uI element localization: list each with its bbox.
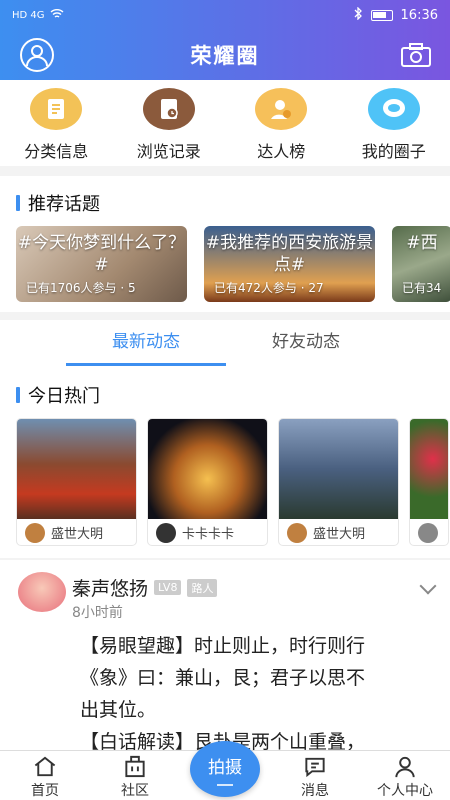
topic-card[interactable]: #西 已有34: [392, 226, 450, 302]
status-bar: HD 4G 16:36: [0, 0, 450, 30]
message-icon: [305, 757, 325, 778]
level-badge: LV8: [154, 580, 182, 595]
tab-latest[interactable]: 最新动态: [66, 320, 226, 366]
role-badge: 路人: [187, 578, 218, 597]
hot-user: 卡卡卡卡: [182, 527, 235, 542]
quick-history[interactable]: 浏览记录: [113, 80, 226, 166]
hot-user: 盛世大明: [51, 527, 104, 542]
hot-user: 盛世大明: [313, 527, 366, 542]
hot-image: [279, 419, 398, 519]
nav-label: 首页: [31, 783, 59, 799]
chat-bubble-icon: [367, 88, 420, 130]
camera-icon: [401, 43, 431, 67]
today-hot: 今日热门 盛世大明 卡卡卡卡 盛世大明: [0, 366, 450, 558]
star-person-icon: [255, 88, 308, 130]
post-line: 出其位。: [80, 699, 157, 721]
feed-tabs: 最新动态 好友动态: [0, 320, 450, 366]
quick-category-info[interactable]: 分类信息: [0, 80, 113, 166]
nav-messages[interactable]: 消息: [270, 751, 360, 800]
avatar: [287, 522, 307, 543]
avatar: [418, 522, 438, 543]
user-avatar-button[interactable]: [20, 38, 54, 72]
quick-actions: 分类信息 浏览记录 达人榜 我的圈子: [0, 80, 450, 166]
quick-label: 分类信息: [24, 142, 89, 161]
history-icon: [142, 88, 195, 130]
tab-friends[interactable]: 好友动态: [226, 320, 386, 366]
hot-image: [410, 419, 448, 519]
shoot-label: 拍摄: [208, 757, 242, 778]
topic-title: #今天你梦到什么了？#: [17, 233, 186, 275]
bluetooth-icon: [354, 5, 363, 24]
post-line: 《象》曰：兼山，艮；君子以思不: [80, 667, 366, 689]
hot-card[interactable]: [409, 418, 449, 546]
document-icon: [30, 88, 83, 130]
chevron-down-icon[interactable]: [419, 577, 437, 595]
nav-community[interactable]: 社区: [90, 751, 180, 800]
nav-label: 个人中心: [377, 783, 433, 799]
building-icon: [125, 755, 145, 778]
section-title: 今日热门: [16, 382, 450, 408]
avatar: [25, 522, 45, 543]
app-title: 荣耀圈: [190, 44, 260, 68]
post-line: 【易眼望趣】时止则止，时行则行: [80, 635, 366, 657]
section-title: 推荐话题: [16, 190, 450, 216]
nav-home[interactable]: 首页: [0, 751, 90, 800]
shoot-button[interactable]: 拍摄: [190, 741, 260, 797]
person-icon: [395, 756, 415, 778]
nav-profile[interactable]: 个人中心: [360, 751, 450, 800]
post-body: 【易眼望趣】时止则止，时行则行 《象》曰：兼山，艮；君子以思不 出其位。 【白话…: [80, 630, 425, 758]
topic-meta: 已有1706人参与 · 5: [26, 281, 136, 295]
shoot-underline: [217, 783, 233, 786]
battery-icon: [370, 9, 393, 21]
nav-label: 消息: [301, 783, 329, 799]
avatar[interactable]: [18, 572, 66, 612]
section-accent: [16, 387, 20, 403]
hot-image: [148, 419, 267, 519]
post-time: 8小时前: [72, 605, 123, 621]
network-label: HD 4G: [12, 9, 45, 21]
home-icon: [34, 756, 56, 777]
nav-label: 社区: [121, 783, 149, 799]
user-icon: [26, 45, 48, 67]
section-accent: [16, 195, 20, 211]
topic-title: #我推荐的西安旅游景点#: [205, 233, 374, 275]
signal-indicators: HD 4G: [12, 8, 64, 22]
quick-label: 达人榜: [257, 142, 306, 161]
quick-my-circle[interactable]: 我的圈子: [338, 80, 450, 166]
hot-image: [17, 419, 136, 519]
post-author[interactable]: 秦声悠扬: [72, 574, 148, 601]
quick-ranking[interactable]: 达人榜: [225, 80, 338, 166]
camera-button[interactable]: [400, 42, 432, 68]
avatar: [156, 522, 176, 543]
recommended-topics: 推荐话题 #今天你梦到什么了？# 已有1706人参与 · 5 #我推荐的西安旅游…: [0, 176, 450, 312]
hot-card[interactable]: 卡卡卡卡: [147, 418, 268, 546]
quick-label: 我的圈子: [361, 142, 426, 161]
topic-card[interactable]: #今天你梦到什么了？# 已有1706人参与 · 5: [16, 226, 187, 302]
topic-meta: 已有472人参与 · 27: [214, 281, 324, 295]
section-title-text: 推荐话题: [28, 194, 100, 215]
wifi-icon: [50, 8, 64, 22]
topic-card[interactable]: #我推荐的西安旅游景点# 已有472人参与 · 27: [204, 226, 375, 302]
hot-card[interactable]: 盛世大明: [16, 418, 137, 546]
app-header: 荣耀圈: [0, 30, 450, 80]
section-title-text: 今日热门: [28, 386, 100, 407]
topic-title: #西: [406, 233, 438, 253]
topic-meta: 已有34: [402, 281, 442, 295]
hot-card[interactable]: 盛世大明: [278, 418, 399, 546]
quick-label: 浏览记录: [136, 142, 201, 161]
status-time: 16:36: [400, 7, 438, 23]
feed-post: 秦声悠扬 LV8 路人 8小时前 【易眼望趣】时止则止，时行则行 《象》曰：兼山…: [0, 560, 450, 753]
